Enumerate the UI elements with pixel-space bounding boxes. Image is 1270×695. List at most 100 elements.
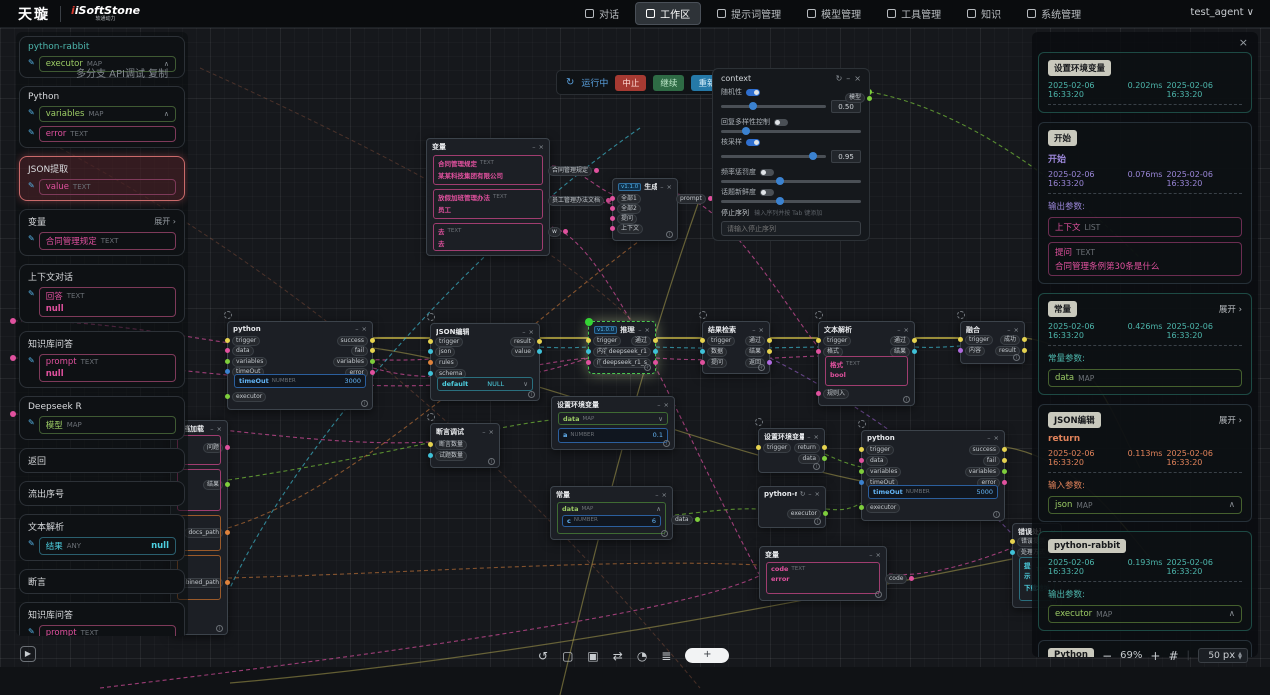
- grid-snap-icon[interactable]: #: [1168, 649, 1178, 663]
- drag-handle[interactable]: [224, 311, 232, 319]
- close-icon[interactable]: ×: [876, 551, 881, 559]
- drag-handle[interactable]: [699, 311, 707, 319]
- nav-item-提示词管理[interactable]: 提示词管理: [707, 3, 791, 24]
- drag-handle[interactable]: [427, 313, 435, 321]
- chevron-icon[interactable]: ∨: [658, 415, 663, 423]
- edit-icon[interactable]: ✎: [28, 418, 35, 427]
- port-提问[interactable]: 提问: [610, 215, 637, 222]
- port-trigger[interactable]: trigger: [816, 337, 851, 344]
- param-slider[interactable]: [721, 200, 861, 203]
- info-icon[interactable]: i: [903, 396, 910, 403]
- sidebar-card-知识库问答[interactable]: 知识库问答✎promptTEXTnull: [19, 602, 185, 636]
- close-icon[interactable]: ×: [362, 325, 367, 333]
- port-全部1[interactable]: 全部1: [610, 195, 641, 202]
- close-icon[interactable]: ×: [994, 434, 999, 442]
- close-icon[interactable]: ×: [815, 490, 820, 498]
- node-python-2[interactable]: python–×triggerdatavariablestimeOutexecu…: [861, 430, 1005, 521]
- param-toggle[interactable]: [746, 139, 760, 146]
- port-断言数量[interactable]: 断言数量: [428, 441, 467, 448]
- port-json[interactable]: json: [428, 348, 455, 355]
- edit-icon[interactable]: ✎: [28, 128, 35, 137]
- sidebar-card-Python[interactable]: Python✎variablesMAP∧✎errorTEXT: [19, 86, 185, 148]
- frame-icon[interactable]: ▢: [562, 649, 573, 663]
- port-trigger[interactable]: trigger: [586, 337, 621, 344]
- port-员工管理办法文档[interactable]: 员工管理办法文档: [548, 197, 611, 204]
- node-field-code[interactable]: codeTEXTerror: [766, 562, 880, 594]
- close-icon[interactable]: ×: [217, 425, 222, 433]
- port-格式[interactable]: 格式: [816, 348, 843, 355]
- close-icon[interactable]: ×: [664, 401, 669, 409]
- param-slider[interactable]: [721, 130, 861, 133]
- close-icon[interactable]: ×: [854, 74, 861, 83]
- node-header[interactable]: v1.1.0生成提示词–×: [613, 179, 677, 194]
- info-icon[interactable]: i: [361, 400, 368, 407]
- port-trigger[interactable]: trigger: [225, 337, 260, 344]
- node-assert-1[interactable]: 断言调试–×断言数量试题数量i: [430, 423, 500, 468]
- refresh-icon[interactable]: ↻: [836, 74, 843, 83]
- chevron-icon[interactable]: ∧: [656, 505, 661, 513]
- port-executor[interactable]: executor: [225, 393, 266, 400]
- model-output-port[interactable]: 模型: [845, 93, 872, 103]
- info-icon[interactable]: i: [661, 530, 668, 537]
- node-env-2[interactable]: 设置环境变量–×triggerreturndatai: [758, 428, 825, 473]
- minimize-icon[interactable]: –: [638, 326, 641, 334]
- port-variables[interactable]: variables: [225, 358, 267, 365]
- info-icon[interactable]: i: [814, 518, 821, 525]
- port-通过[interactable]: 通过: [631, 337, 658, 344]
- minimize-icon[interactable]: –: [657, 401, 660, 409]
- info-icon[interactable]: i: [666, 231, 673, 238]
- sidebar-card-流出序号[interactable]: 流出序号: [19, 481, 185, 506]
- close-icon[interactable]: ×: [1014, 326, 1019, 334]
- info-icon[interactable]: i: [813, 463, 820, 470]
- param-slider[interactable]: [721, 105, 826, 108]
- grid-size-stepper[interactable]: ▲▼: [1238, 652, 1242, 660]
- close-icon[interactable]: ×: [539, 143, 544, 151]
- port-data[interactable]: data: [225, 347, 254, 354]
- port-success[interactable]: success: [969, 446, 1007, 453]
- minimize-icon[interactable]: –: [807, 433, 810, 441]
- expand-link[interactable]: 展开 ›: [154, 216, 176, 227]
- port-规则入[interactable]: 规则入: [816, 390, 849, 397]
- node-field-c[interactable]: cNUMBER6: [562, 515, 661, 527]
- close-icon[interactable]: ×: [662, 491, 667, 499]
- close-icon[interactable]: ×: [1239, 36, 1248, 49]
- param-提问[interactable]: 提问TEXT合同管理条例第30条是什么: [1048, 242, 1242, 276]
- refresh-icon[interactable]: ↻: [800, 490, 805, 498]
- info-icon[interactable]: i: [875, 591, 882, 598]
- node-var-2[interactable]: 变量–×codecodeTEXTerrori: [759, 546, 887, 601]
- node-field-合同管理规定[interactable]: 合同管理规定TEXT某某科技集团有限公司: [433, 155, 543, 185]
- close-icon[interactable]: ×: [529, 328, 534, 336]
- node-header[interactable]: 文本解析–×: [819, 322, 914, 337]
- port-trigger[interactable]: trigger: [700, 337, 735, 344]
- port-data[interactable]: data: [671, 516, 700, 523]
- node-field-timeOut[interactable]: timeOutNUMBER3000: [234, 374, 366, 388]
- grid-size-input[interactable]: [1204, 651, 1220, 661]
- node-header[interactable]: 设置环境变量–×: [552, 397, 674, 412]
- nav-item-对话[interactable]: 对话: [575, 3, 629, 24]
- chevron-up-icon[interactable]: ∧: [1229, 609, 1235, 619]
- node-header[interactable]: 变量–×: [760, 547, 886, 562]
- close-icon[interactable]: ×: [814, 433, 819, 441]
- node-field-data[interactable]: dataMAP∨: [558, 412, 668, 425]
- field-合同管理规定[interactable]: 合同管理规定TEXT: [39, 232, 176, 250]
- port-rules[interactable]: rules: [428, 359, 458, 366]
- close-icon[interactable]: ×: [645, 326, 650, 334]
- node-merge-1[interactable]: 融合–×trigger内容成功resulti: [960, 321, 1025, 364]
- port-prompt[interactable]: prompt: [676, 195, 713, 202]
- node-const-1[interactable]: 常量–×datadataMAP∧cNUMBER6i: [550, 486, 673, 540]
- sidebar-card-JSON提取[interactable]: JSON提取✎valueTEXT: [19, 156, 185, 201]
- param-slider[interactable]: [721, 180, 861, 183]
- port-trigger[interactable]: trigger: [756, 444, 791, 451]
- minimize-icon[interactable]: –: [482, 428, 485, 436]
- port-result[interactable]: result: [510, 338, 542, 345]
- minimize-icon[interactable]: –: [660, 183, 663, 191]
- port-code[interactable]: code: [885, 575, 914, 582]
- param-value[interactable]: 0.95: [831, 150, 861, 163]
- param-上下文[interactable]: 上下文LIST: [1048, 217, 1242, 237]
- node-python-1[interactable]: python–×triggerdatavariablestimeOutexecu…: [227, 321, 373, 410]
- history-icon[interactable]: ◔: [637, 649, 647, 663]
- sidebar-card-上下文对话[interactable]: 上下文对话✎回答TEXTnull: [19, 264, 185, 323]
- node-field-data[interactable]: dataMAP∧cNUMBER6: [557, 502, 666, 534]
- info-icon[interactable]: i: [1013, 354, 1020, 361]
- node-var-1[interactable]: 变量–×合同管理规定员工管理办法文档w合同管理规定TEXT某某科技集团有限公司放…: [426, 138, 550, 256]
